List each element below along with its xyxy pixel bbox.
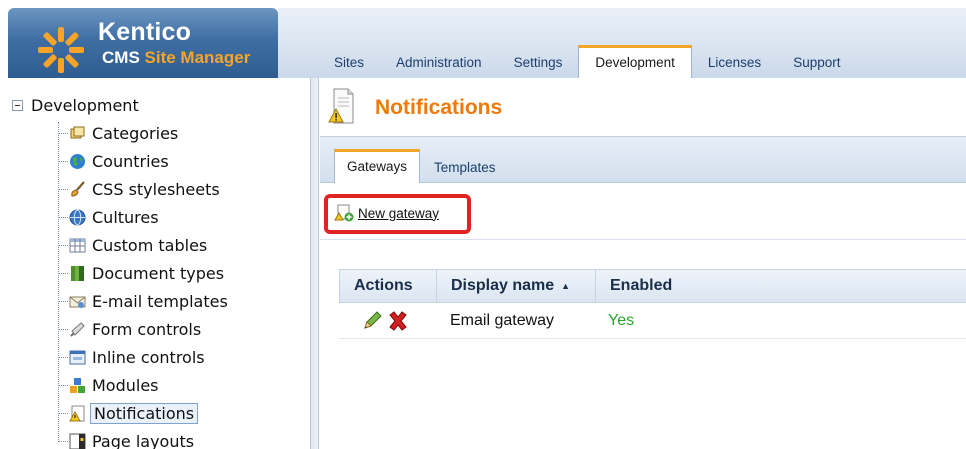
sidebar-item-form-controls[interactable]: Form controls <box>58 316 203 342</box>
cell-enabled: Yes <box>608 311 635 329</box>
tab-development[interactable]: Development <box>578 45 692 78</box>
new-gateway-label: New gateway <box>358 205 440 221</box>
notifications-icon <box>69 405 86 422</box>
cell-display-name: Email gateway <box>450 311 555 329</box>
form-controls-icon <box>69 321 86 338</box>
page-header: Notifications <box>320 78 966 136</box>
sidebar-item-label: Notifications <box>90 402 199 424</box>
sidebar-splitter[interactable] <box>311 78 319 449</box>
sidebar-item-css-stylesheets[interactable]: CSS stylesheets <box>58 176 222 202</box>
kentico-logo-icon <box>38 27 84 73</box>
product-prefix: CMS <box>102 48 140 67</box>
tab-settings[interactable]: Settings <box>498 45 579 78</box>
document-types-icon <box>69 265 86 282</box>
sidebar-item-label: CSS stylesheets <box>92 179 220 199</box>
sidebar-item-label: Modules <box>92 375 159 395</box>
new-gateway-button[interactable]: New gateway <box>334 204 439 222</box>
app-header: Kentico CMS Site Manager Sites Administr… <box>0 0 966 78</box>
sidebar-item-document-types[interactable]: Document types <box>58 260 226 286</box>
tab-support[interactable]: Support <box>777 45 856 78</box>
column-header-display-name[interactable]: Display name ▲ <box>437 270 596 302</box>
product-name: CMS Site Manager <box>102 48 250 68</box>
row-actions <box>339 310 436 332</box>
sidebar-item-label: Page layouts <box>92 431 195 449</box>
sidebar-item-label: Custom tables <box>92 235 208 255</box>
page-layouts-icon <box>69 433 86 449</box>
sidebar-item-label: E-mail templates <box>92 291 228 311</box>
sidebar-item-categories[interactable]: Categories <box>58 120 180 146</box>
globe-icon <box>69 153 86 170</box>
sidebar-item-label: Form controls <box>92 319 202 339</box>
column-header-actions: Actions <box>340 270 437 302</box>
culture-globe-icon <box>69 209 86 226</box>
inline-controls-icon <box>69 349 86 366</box>
column-header-label: Display name <box>451 277 555 294</box>
sidebar-item-label: Document types <box>92 263 225 283</box>
sidebar-item-countries[interactable]: Countries <box>58 148 171 174</box>
delete-x-icon[interactable] <box>387 310 409 332</box>
modules-icon <box>69 377 86 394</box>
sidebar-item-page-layouts[interactable]: Page layouts <box>58 428 196 449</box>
tab-gateways[interactable]: Gateways <box>334 149 421 183</box>
table-icon <box>69 237 86 254</box>
tree-root-development[interactable]: Development <box>12 96 139 115</box>
sidebar-item-cultures[interactable]: Cultures <box>58 204 161 230</box>
sidebar-tree: Development Categories Countries CSS sty… <box>0 78 311 449</box>
gateways-grid: Actions Display name ▲ Enabled Email gat… <box>339 269 966 339</box>
table-row: Email gateway Yes <box>339 303 966 339</box>
sidebar-item-email-templates[interactable]: E-mail templates <box>58 288 230 314</box>
sidebar-item-label: Countries <box>92 151 169 171</box>
grid-header: Actions Display name ▲ Enabled <box>339 269 966 303</box>
main-tabs: Sites Administration Settings Developmen… <box>318 45 856 78</box>
action-bar: New gateway <box>320 184 966 240</box>
tab-templates[interactable]: Templates <box>420 153 510 183</box>
tab-sites[interactable]: Sites <box>318 45 380 78</box>
sidebar-item-label: Cultures <box>92 207 159 227</box>
notifications-page-icon <box>328 88 354 124</box>
sidebar-item-modules[interactable]: Modules <box>58 372 161 398</box>
edit-pencil-icon[interactable] <box>361 310 383 332</box>
new-gateway-icon <box>334 204 354 222</box>
sidebar-item-custom-tables[interactable]: Custom tables <box>58 232 209 258</box>
categories-icon <box>69 125 86 142</box>
brand-name: Kentico <box>98 18 192 46</box>
brush-icon <box>69 180 86 198</box>
sub-tabs: Gateways Templates <box>334 149 510 183</box>
sub-tabs-bar: Gateways Templates <box>320 136 966 183</box>
page-title: Notifications <box>375 96 503 119</box>
tree-root-label: Development <box>31 96 139 115</box>
sidebar-item-label: Categories <box>92 123 179 143</box>
sidebar-item-notifications[interactable]: Notifications <box>58 400 199 426</box>
product-accent: Site Manager <box>144 48 251 67</box>
tab-administration[interactable]: Administration <box>380 45 498 78</box>
sidebar-item-label: Inline controls <box>92 347 205 367</box>
collapse-icon[interactable] <box>12 100 23 111</box>
email-template-icon <box>69 293 86 310</box>
main-content: Notifications Gateways Templates New gat… <box>320 78 966 449</box>
tab-licenses[interactable]: Licenses <box>692 45 777 78</box>
logo[interactable]: Kentico CMS Site Manager <box>8 8 278 78</box>
column-header-enabled[interactable]: Enabled <box>596 270 966 302</box>
sidebar-item-inline-controls[interactable]: Inline controls <box>58 344 207 370</box>
sort-ascending-icon: ▲ <box>561 281 571 291</box>
